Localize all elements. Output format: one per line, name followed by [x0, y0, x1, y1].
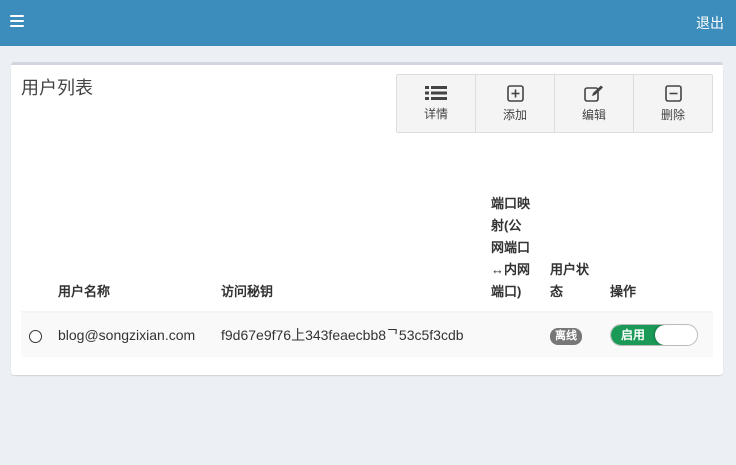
table-row[interactable]: blog@songzixian.com f9d67e9f76上343feaecb…	[21, 312, 713, 357]
action-cell: 启用	[602, 312, 713, 357]
edit-label: 编辑	[581, 107, 606, 122]
username-column-header: 用户名称	[50, 193, 213, 313]
delete-label: 删除	[660, 107, 685, 122]
logout-button[interactable]: 退出	[696, 13, 724, 33]
add-button[interactable]: 添加	[476, 75, 555, 132]
status-badge: 离线	[550, 327, 582, 345]
select-column-header	[21, 193, 50, 313]
minus-square-icon	[664, 84, 682, 102]
delete-button[interactable]: 删除	[634, 75, 712, 132]
user-list-panel: 用户列表 详情 添加 编辑 删除 用户名称 访问秘钥 端口映射(公网端口↔内网端…	[11, 62, 723, 375]
row-radio-button[interactable]	[29, 329, 42, 343]
plus-square-icon	[506, 84, 524, 102]
enable-toggle-switch[interactable]: 启用	[610, 324, 698, 346]
edit-button[interactable]: 编辑	[555, 75, 634, 132]
add-label: 添加	[502, 107, 527, 122]
secret-column-header: 访问秘钥	[213, 193, 483, 313]
action-column-header: 操作	[602, 193, 713, 313]
detail-button[interactable]: 详情	[397, 75, 476, 132]
status-column-header: 用户状态	[542, 193, 602, 313]
user-table-wrapper: 用户名称 访问秘钥 端口映射(公网端口↔内网端口) 用户状态 操作 blog@s…	[21, 193, 713, 357]
toolbar: 详情 添加 编辑 删除	[396, 74, 713, 133]
port-mapping-cell	[483, 312, 542, 357]
table-header-row: 用户名称 访问秘钥 端口映射(公网端口↔内网端口) 用户状态 操作	[21, 193, 713, 313]
hamburger-menu-icon[interactable]	[10, 15, 24, 29]
secret-cell: f9d67e9f76上343feaecbb8ᄀ53c5f3cdb	[221, 327, 464, 343]
status-cell: 离线	[542, 312, 602, 357]
panel-title: 用户列表	[21, 78, 93, 98]
top-navbar: 退出	[0, 0, 736, 46]
row-select-cell	[21, 312, 50, 357]
port-mapping-column-header: 端口映射(公网端口↔内网端口)	[483, 193, 542, 313]
list-icon	[425, 86, 447, 100]
username-cell: blog@songzixian.com	[58, 327, 196, 343]
user-table: 用户名称 访问秘钥 端口映射(公网端口↔内网端口) 用户状态 操作 blog@s…	[21, 193, 713, 357]
edit-icon	[584, 85, 603, 102]
toggle-knob[interactable]	[655, 325, 697, 345]
detail-label: 详情	[423, 107, 448, 121]
